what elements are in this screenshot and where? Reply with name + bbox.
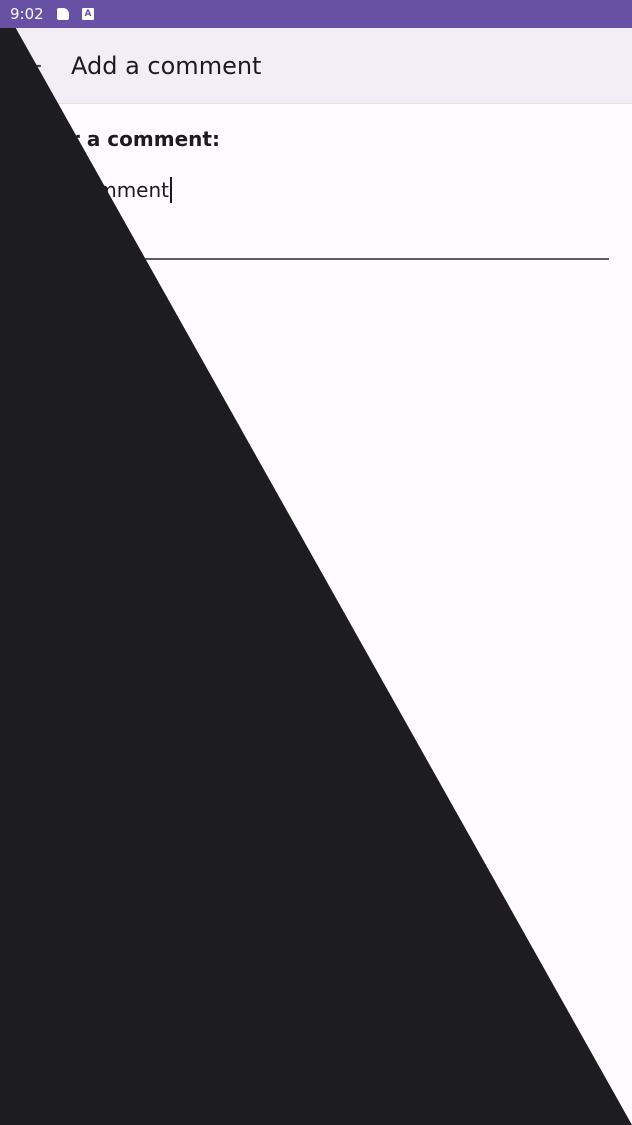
dark-overlay bbox=[0, 0, 632, 1125]
comment-prompt-label: Enter a comment: bbox=[19, 127, 220, 151]
comment-input[interactable]: New comment bbox=[23, 174, 609, 260]
app-notification-icon bbox=[57, 8, 69, 20]
confirm-button[interactable]: Confirm bbox=[19, 289, 135, 336]
arrow-back-icon bbox=[22, 57, 42, 75]
text-caret bbox=[170, 177, 172, 203]
dark-overlay-shape bbox=[0, 0, 632, 1125]
page-title: Add a comment bbox=[71, 52, 262, 80]
a-notification-icon: A bbox=[82, 8, 94, 20]
status-bar: 9:02 A bbox=[0, 0, 632, 28]
status-time: 9:02 bbox=[10, 5, 44, 23]
app-bar: Add a comment bbox=[0, 28, 632, 104]
comment-input-value: New comment bbox=[24, 177, 172, 203]
back-button[interactable] bbox=[18, 52, 46, 80]
